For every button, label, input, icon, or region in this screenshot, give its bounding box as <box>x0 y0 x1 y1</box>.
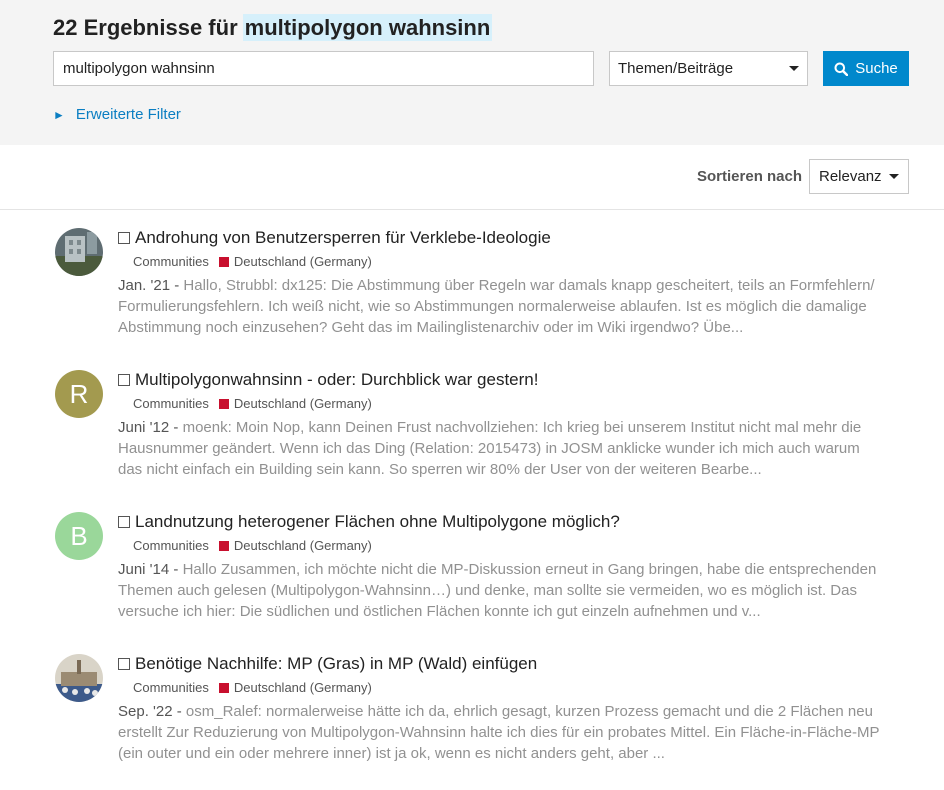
result-title: Multipolygonwahnsinn - oder: Durchblick … <box>135 370 539 389</box>
result-title: Androhung von Benutzersperren für Verkle… <box>135 228 551 247</box>
category-color-square <box>218 398 229 409</box>
result-title-link[interactable]: Androhung von Benutzersperren für Verkle… <box>118 228 551 248</box>
search-header: 22 Ergebnisse fürmultipolygon wahnsinn T… <box>0 0 944 145</box>
subcategory-link[interactable]: Deutschland (Germany) <box>234 680 372 695</box>
result-blurb: Juni '12 - moenk: Moin Nop, kann Deinen … <box>118 419 862 478</box>
checkbox-icon <box>118 232 130 244</box>
search-type-select[interactable]: Themen/Beiträge <box>609 51 808 86</box>
avatar[interactable] <box>55 654 103 702</box>
avatar-photo-icon <box>55 654 103 702</box>
sort-value: Relevanz <box>819 168 882 185</box>
result-categories: Communities Deutschland (Germany) <box>133 680 372 695</box>
avatar-letter: B <box>70 520 88 551</box>
result-title: Landnutzung heterogener Flächen ohne Mul… <box>135 512 620 531</box>
advanced-filter-toggle[interactable]: ► Erweiterte Filter <box>53 106 181 123</box>
subcategory-link[interactable]: Deutschland (Germany) <box>234 396 372 411</box>
result-date: Sep. '22 <box>118 703 173 720</box>
sort-label: Sortieren nach <box>697 168 803 185</box>
result-date: Jan. '21 <box>118 277 171 294</box>
result-categories: Communities Deutschland (Germany) <box>133 538 372 553</box>
avatar[interactable] <box>55 228 103 276</box>
result-date: Juni '14 <box>118 561 170 578</box>
results-count: 22 Ergebnisse für <box>53 15 238 40</box>
result-title-link[interactable]: Benötige Nachhilfe: MP (Gras) in MP (Wal… <box>118 654 537 674</box>
category-color-square <box>218 540 229 551</box>
result-categories: Communities Deutschland (Germany) <box>133 254 372 269</box>
checkbox-icon <box>118 516 130 528</box>
result-title-link[interactable]: Multipolygonwahnsinn - oder: Durchblick … <box>118 370 538 390</box>
avatar-photo-icon <box>55 228 103 276</box>
results-heading: 22 Ergebnisse für multipolygon wahnsinn <box>53 14 493 41</box>
category-link[interactable]: Communities <box>133 396 209 411</box>
chevron-down-icon <box>889 174 899 179</box>
subcategory-link[interactable]: Deutschland (Germany) <box>234 254 372 269</box>
result-title-link[interactable]: Landnutzung heterogener Flächen ohne Mul… <box>118 512 620 532</box>
result-blurb: Jan. '21 - Hallo, Strubbl: dx125: Die Ab… <box>118 277 875 336</box>
result-date: Juni '12 <box>118 419 170 436</box>
search-icon <box>834 62 849 76</box>
avatar-letter: R <box>69 378 89 409</box>
subcategory-link[interactable]: Deutschland (Germany) <box>234 538 372 553</box>
search-term-highlight: multipolygon wahnsinn <box>242 14 493 41</box>
search-button-label: Suche <box>855 60 898 77</box>
checkbox-icon <box>118 374 130 386</box>
result-excerpt: Hallo, Strubbl: dx125: Die Abstimmung üb… <box>118 277 875 336</box>
result-title: Benötige Nachhilfe: MP (Gras) in MP (Wal… <box>135 654 538 673</box>
search-type-value: Themen/Beiträge <box>618 60 734 77</box>
avatar[interactable]: R <box>55 370 103 418</box>
sort-bar: Sortieren nach Relevanz <box>0 145 944 210</box>
category-color-square <box>218 256 229 267</box>
result-blurb: Juni '14 - Hallo Zusammen, ich möchte ni… <box>118 561 877 620</box>
result-categories: Communities Deutschland (Germany) <box>133 396 372 411</box>
result-blurb: Sep. '22 - osm_Ralef: normalerweise hätt… <box>118 703 880 762</box>
category-link[interactable]: Communities <box>133 680 209 695</box>
search-button[interactable]: Suche <box>823 51 909 86</box>
chevron-down-icon <box>789 66 799 71</box>
checkbox-icon <box>118 658 130 670</box>
category-link[interactable]: Communities <box>133 538 209 553</box>
result-excerpt: moenk: Moin Nop, kann Deinen Frust nachv… <box>118 419 862 478</box>
triangle-right-icon: ► <box>53 107 65 122</box>
avatar[interactable]: B <box>55 512 103 560</box>
advanced-filter-label: Erweiterte Filter <box>75 106 181 123</box>
result-excerpt: Hallo Zusammen, ich möchte nicht die MP-… <box>118 561 877 620</box>
result-excerpt: osm_Ralef: normalerweise hätte ich da, e… <box>118 703 880 762</box>
category-link[interactable]: Communities <box>133 254 209 269</box>
category-color-square <box>218 682 229 693</box>
sort-select[interactable]: Relevanz <box>809 159 909 194</box>
search-input[interactable] <box>53 51 594 86</box>
